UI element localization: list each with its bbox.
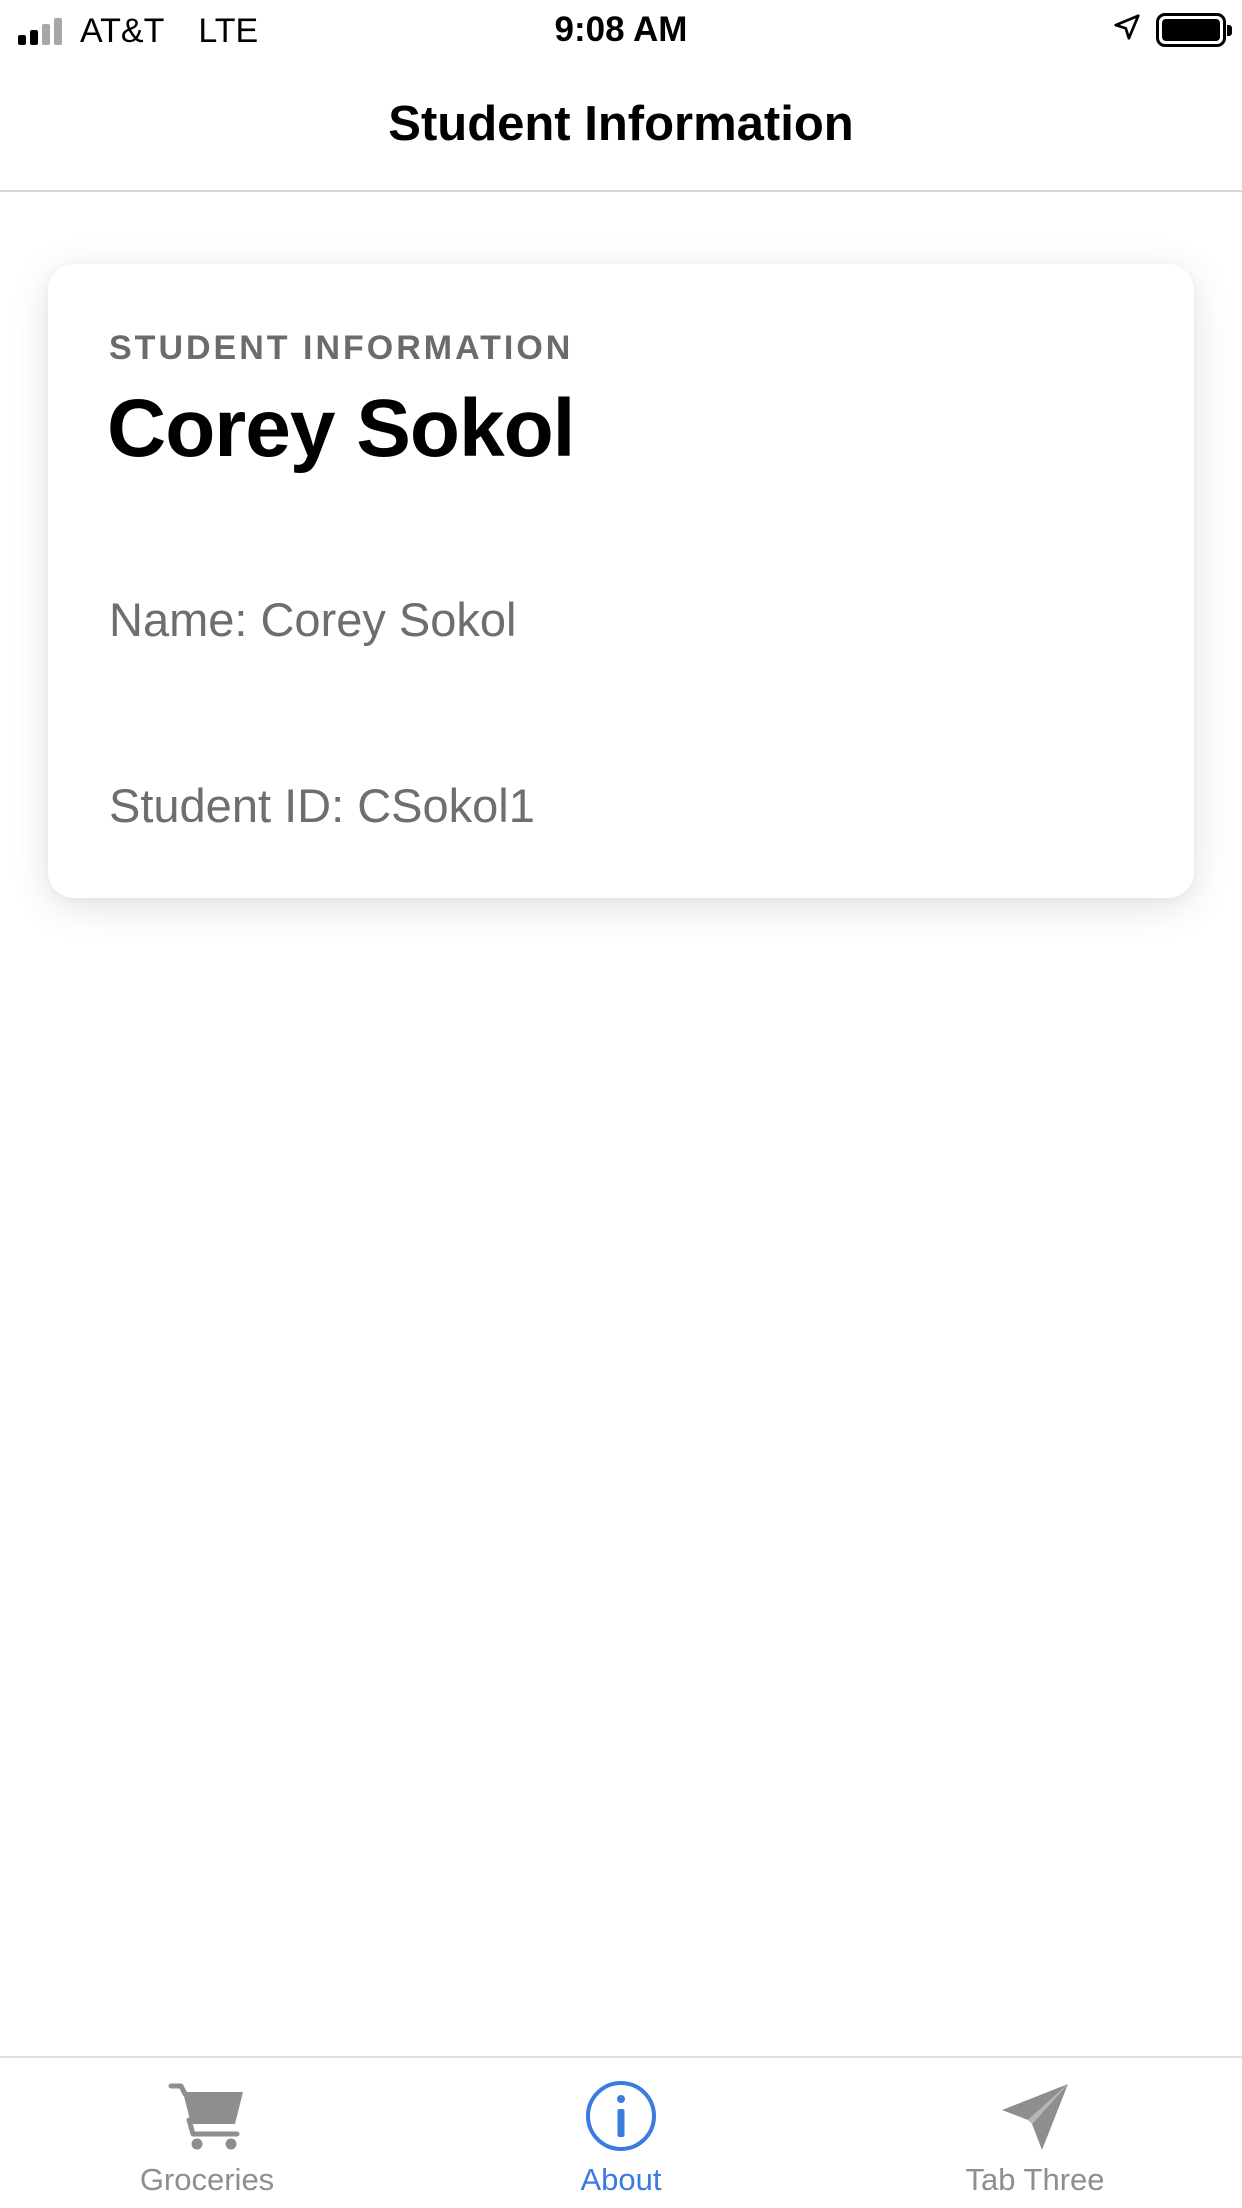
tab-about[interactable]: About <box>414 2058 828 2208</box>
tab-bar: Groceries About Tab Three <box>0 2056 1242 2208</box>
student-info-card: STUDENT INFORMATION Corey Sokol Name: Co… <box>48 264 1194 898</box>
student-id-text: Student ID: CSokol1 <box>109 779 535 832</box>
status-right <box>1112 12 1232 47</box>
page-title: Student Information <box>388 97 854 151</box>
status-bar: AT&T LTE 9:08 AM <box>0 0 1242 62</box>
info-icon <box>584 2080 658 2152</box>
tab-groceries[interactable]: Groceries <box>0 2058 414 2208</box>
location-arrow-icon <box>1112 12 1142 47</box>
tab-label-about: About <box>580 2162 662 2197</box>
battery-icon <box>1156 12 1232 47</box>
card-heading: Corey Sokol <box>107 383 575 474</box>
cart-icon <box>167 2080 247 2152</box>
status-time: 9:08 AM <box>554 10 688 49</box>
tab-label-three: Tab Three <box>965 2162 1105 2197</box>
screen: AT&T LTE 9:08 AM Student Information STU… <box>0 0 1242 2208</box>
student-name-text: Name: Corey Sokol <box>109 593 517 646</box>
tab-label-groceries: Groceries <box>139 2162 275 2197</box>
card-eyebrow: STUDENT INFORMATION <box>109 329 574 367</box>
tab-three[interactable]: Tab Three <box>828 2058 1242 2208</box>
navigation-bar: Student Information <box>0 62 1242 192</box>
paper-plane-icon <box>998 2080 1072 2152</box>
